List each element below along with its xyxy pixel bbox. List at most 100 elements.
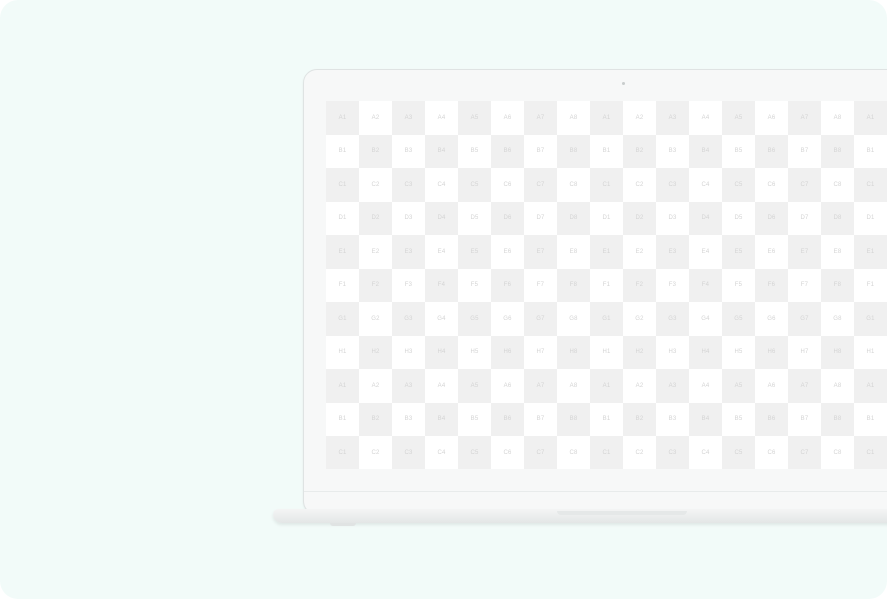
grid-cell-label: C5 xyxy=(458,168,491,202)
grid-cell-label: A5 xyxy=(722,369,755,403)
grid-cell-label: B2 xyxy=(359,134,392,168)
grid-cell-label: C7 xyxy=(524,436,557,469)
grid-cell-label: F2 xyxy=(359,268,392,302)
grid-cell-label: A5 xyxy=(458,369,491,403)
grid-cell-label: B3 xyxy=(392,134,425,168)
grid-cell-label: A1 xyxy=(590,369,623,403)
grid-cell-label: G4 xyxy=(425,302,458,336)
grid-cell-label: C6 xyxy=(491,436,524,469)
grid-cell-label: E5 xyxy=(722,235,755,269)
grid-cell-label: C2 xyxy=(359,168,392,202)
laptop-screen: A1 A2 A3 A4 A5 A6 A7 A8 A1 A2 A3 A4 A5 A6 A7 A8 A1 B1 B2 B3… xyxy=(326,101,887,469)
grid-cell-label: B1 xyxy=(326,134,359,168)
grid-cell-label: A1 xyxy=(854,369,887,403)
placeholder-checker-grid: A1 A2 A3 A4 A5 A6 A7 A8 A1 A2 A3 A4 A5 A6 A7 A8 A1 B1 B2 B3… xyxy=(326,101,887,469)
grid-cell-label: G7 xyxy=(788,302,821,336)
grid-cell-label: F8 xyxy=(821,268,854,302)
grid-cell-label: G3 xyxy=(392,302,425,336)
grid-cell-label: F3 xyxy=(392,268,425,302)
grid-cell-label: F6 xyxy=(755,268,788,302)
grid-cell-label: C8 xyxy=(557,436,590,469)
grid-cell-label: C7 xyxy=(788,168,821,202)
grid-cell-label: A4 xyxy=(689,369,722,403)
grid-cell-label: B1 xyxy=(854,134,887,168)
grid-cell-label: C4 xyxy=(689,168,722,202)
grid-cell-label: B5 xyxy=(722,402,755,436)
grid-cell-label: A2 xyxy=(623,369,656,403)
grid-cell-label: F7 xyxy=(788,268,821,302)
grid-cell-label: D1 xyxy=(590,201,623,235)
grid-cell-label: C1 xyxy=(590,168,623,202)
grid-cell-label: A8 xyxy=(557,369,590,403)
grid-cell-label: F1 xyxy=(326,268,359,302)
grid-cell-label: G3 xyxy=(656,302,689,336)
grid-cell-label: H8 xyxy=(557,335,590,369)
grid-cell-label: H4 xyxy=(689,335,722,369)
grid-cell-label: C8 xyxy=(821,168,854,202)
grid-cell-label: E4 xyxy=(425,235,458,269)
grid-cell-label: C2 xyxy=(623,436,656,469)
grid-cell-label: E7 xyxy=(788,235,821,269)
grid-cell-label: C8 xyxy=(557,168,590,202)
grid-cell-label: F7 xyxy=(524,268,557,302)
lid-opening-notch xyxy=(557,511,687,515)
grid-cell-label: H6 xyxy=(491,335,524,369)
grid-cell-label: F2 xyxy=(623,268,656,302)
grid-cell-label: B6 xyxy=(755,402,788,436)
grid-cell-label: D2 xyxy=(623,201,656,235)
grid-cell-label: C2 xyxy=(623,168,656,202)
grid-cell-label: C5 xyxy=(722,436,755,469)
grid-cell-label: C4 xyxy=(689,436,722,469)
grid-cell-label: B3 xyxy=(656,134,689,168)
laptop-lid: A1 A2 A3 A4 A5 A6 A7 A8 A1 A2 A3 A4 A5 A6 A7 A8 A1 B1 B2 B3… xyxy=(303,69,887,515)
grid-cell-label: C5 xyxy=(722,168,755,202)
grid-cell-label: H4 xyxy=(425,335,458,369)
grid-cell-label: C1 xyxy=(854,168,887,202)
grid-cell-label: A2 xyxy=(623,101,656,135)
grid-cell-label: B1 xyxy=(326,402,359,436)
grid-cell-label: C3 xyxy=(392,436,425,469)
grid-cell-label: B7 xyxy=(524,134,557,168)
grid-cell-label: G5 xyxy=(722,302,755,336)
grid-cell-label: A5 xyxy=(722,101,755,135)
grid-cell-label: E1 xyxy=(590,235,623,269)
mockup-canvas: A1 A2 A3 A4 A5 A6 A7 A8 A1 A2 A3 A4 A5 A6 A7 A8 A1 B1 B2 B3… xyxy=(0,0,887,599)
grid-cell-label: C7 xyxy=(524,168,557,202)
grid-cell-label: H5 xyxy=(458,335,491,369)
grid-cell-label: G6 xyxy=(755,302,788,336)
grid-cell-label: D5 xyxy=(458,201,491,235)
grid-cell-label: F1 xyxy=(854,268,887,302)
grid-cell-label: A6 xyxy=(491,101,524,135)
grid-cell-label: B4 xyxy=(425,134,458,168)
grid-cell-label: A3 xyxy=(656,369,689,403)
grid-cell-label: C6 xyxy=(755,168,788,202)
grid-cell-label: B2 xyxy=(623,134,656,168)
grid-cell-label: E7 xyxy=(524,235,557,269)
grid-cell-label: G1 xyxy=(590,302,623,336)
grid-cell-label: F6 xyxy=(491,268,524,302)
grid-cell-label: A4 xyxy=(425,369,458,403)
grid-cell-label: C1 xyxy=(590,436,623,469)
grid-cell-label: B8 xyxy=(557,402,590,436)
grid-cell-label: F1 xyxy=(590,268,623,302)
grid-cell-label: B6 xyxy=(491,402,524,436)
grid-cell-label: C1 xyxy=(326,436,359,469)
grid-cell-label: H7 xyxy=(524,335,557,369)
grid-cell-label: F5 xyxy=(722,268,755,302)
grid-cell-label: H8 xyxy=(821,335,854,369)
laptop-base xyxy=(273,509,887,523)
grid-cell-label: B7 xyxy=(524,402,557,436)
grid-cell-label: A8 xyxy=(821,101,854,135)
grid-cell-label: C7 xyxy=(788,436,821,469)
grid-cell-label: E4 xyxy=(689,235,722,269)
grid-cell-label: F5 xyxy=(458,268,491,302)
grid-cell-label: G1 xyxy=(854,302,887,336)
grid-cell-label: G4 xyxy=(689,302,722,336)
grid-cell-label: H6 xyxy=(755,335,788,369)
grid-cell-label: E5 xyxy=(458,235,491,269)
grid-cell-label: A1 xyxy=(854,101,887,135)
grid-cell-label: E3 xyxy=(656,235,689,269)
grid-cell-label: H1 xyxy=(854,335,887,369)
grid-cell-label: C1 xyxy=(326,168,359,202)
grid-cell-label: A1 xyxy=(590,101,623,135)
